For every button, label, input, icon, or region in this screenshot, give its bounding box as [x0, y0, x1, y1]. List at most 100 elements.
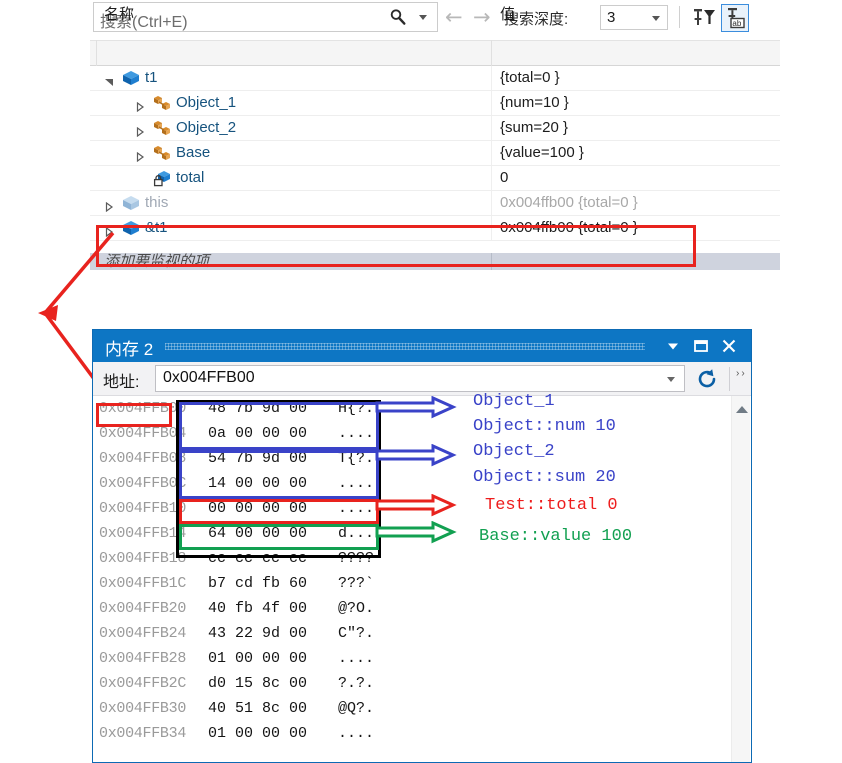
memory-line-hex[interactable]: 00 00 00 00 — [208, 500, 307, 517]
scroll-up-icon[interactable] — [736, 406, 748, 413]
watch-row[interactable]: this 0x004ffb00 {total=0 } — [90, 191, 780, 216]
watch-row-value[interactable]: 0 — [500, 169, 508, 186]
watch-row[interactable]: total 0 — [90, 166, 780, 191]
chevron-down-icon[interactable] — [652, 16, 660, 21]
watch-grid-header — [90, 40, 780, 66]
watch-row-value[interactable]: {num=10 } — [500, 94, 569, 111]
memory-window-title: 内存 2 — [105, 340, 154, 359]
memory-line-hex[interactable]: 54 7b 9d 00 — [208, 450, 307, 467]
address-value: 0x004FFB00 — [163, 369, 255, 386]
memory-line-hex[interactable]: cc cc cc cc — [208, 550, 307, 567]
memory-line-hex[interactable]: b7 cd fb 60 — [208, 575, 307, 592]
search-depth-select[interactable]: 3 — [600, 5, 668, 30]
address-label: 地址: — [103, 374, 140, 391]
total-arrow-icon — [375, 494, 457, 517]
memory-line-hex[interactable]: 40 51 8c 00 — [208, 700, 307, 717]
memory-line-hex[interactable]: 0a 00 00 00 — [208, 425, 307, 442]
restore-window-icon[interactable] — [691, 336, 711, 356]
object1-arrow-icon — [375, 396, 457, 419]
toolbar-overflow-icon[interactable]: ›› — [736, 368, 747, 379]
pin-ab-icon[interactable]: ab — [721, 4, 749, 32]
grid-divider — [96, 40, 97, 66]
column-header-name[interactable]: 名称 — [104, 3, 134, 24]
address-input[interactable]: 0x004FFB00 — [155, 365, 685, 392]
grid-divider — [491, 91, 492, 115]
watch-row-name[interactable]: Base — [176, 144, 210, 161]
memory-line[interactable]: 0x004FFB18 cc cc cc cc???? — [93, 550, 751, 575]
watch-row-value[interactable]: {total=0 } — [500, 69, 560, 86]
memory-line[interactable]: 0x004FFB34 01 00 00 00.... — [93, 725, 751, 750]
expander-collapsed-icon[interactable] — [135, 149, 145, 163]
grid-divider — [491, 141, 492, 165]
watch-row[interactable]: t1 {total=0 } — [90, 66, 780, 91]
annotation-label: Object_1 — [473, 392, 555, 411]
watch-row-value[interactable]: 0x004ffb00 {total=0 } — [500, 194, 638, 211]
watch-row-value[interactable]: {sum=20 } — [500, 119, 568, 136]
memory-line-address: 0x004FFB2C — [99, 675, 187, 692]
watch-row-name[interactable]: Object_2 — [176, 119, 236, 136]
memory-scrollbar[interactable] — [731, 396, 750, 762]
memory-line[interactable]: 0x004FFB30 40 51 8c 00 @Q?. — [93, 700, 751, 725]
watch-row[interactable]: Object_2 {sum=20 } — [90, 116, 780, 141]
memory-address-bar: 地址: 0x004FFB00 ›› — [93, 362, 751, 396]
search-input[interactable]: 搜索(Ctrl+E) — [93, 2, 438, 32]
expander-collapsed-icon[interactable] — [135, 99, 145, 113]
search-icon — [390, 9, 406, 25]
memory-line-ascii: .... — [338, 500, 375, 517]
nav-back-icon[interactable]: ← — [445, 6, 463, 28]
chevron-down-icon[interactable] — [667, 377, 675, 382]
memory-line-hex[interactable]: d0 15 8c 00 — [208, 675, 307, 692]
watch-toolbar: 搜索(Ctrl+E) ← → 搜索深度: 3 ab — [90, 2, 780, 34]
chevron-down-icon[interactable] — [663, 336, 683, 356]
annotation-label: Object::num 10 — [473, 417, 616, 436]
nav-forward-icon[interactable]: → — [473, 6, 491, 28]
refresh-icon[interactable] — [695, 367, 719, 391]
watch-row-name[interactable]: t1 — [145, 69, 158, 86]
memory-line-hex[interactable]: 01 00 00 00 — [208, 725, 307, 742]
memory-line-address: 0x004FFB28 — [99, 650, 187, 667]
memory-line-hex[interactable]: 64 00 00 00 — [208, 525, 307, 542]
toolbar-separator — [679, 6, 680, 28]
pin-filter-icon[interactable] — [690, 4, 718, 32]
watch-row-value[interactable]: 0x004ffb00 {total=0 } — [500, 219, 638, 236]
expander-expanded-icon[interactable] — [104, 74, 113, 86]
memory-line-ascii: ?.?. — [338, 675, 375, 692]
memory-window: 内存 2 地址: 0x004FFB00 ›› 0x004FFB00 48 7b … — [92, 329, 752, 763]
memory-line[interactable]: 0x004FFB20 40 fb 4f 00 @?O. — [93, 600, 751, 625]
search-dropdown-icon[interactable] — [419, 15, 427, 20]
memory-line[interactable]: 0x004FFB2C d0 15 8c 00?.?. — [93, 675, 751, 700]
watch-row-name[interactable]: total — [176, 169, 204, 186]
watch-row-name[interactable]: Object_1 — [176, 94, 236, 111]
memory-line-address: 0x004FFB14 — [99, 525, 187, 542]
expander-collapsed-icon[interactable] — [135, 124, 145, 138]
watch-row-name[interactable]: this — [145, 194, 168, 211]
screenshot-root: 搜索(Ctrl+E) ← → 搜索深度: 3 ab 名称 值 t1 {total… — [0, 0, 842, 763]
object2-arrow-icon — [375, 444, 457, 467]
memory-line[interactable]: 0x004FFB28 01 00 00 00.... — [93, 650, 751, 675]
toolbar-separator — [729, 367, 730, 391]
memory-line-hex[interactable]: 01 00 00 00 — [208, 650, 307, 667]
grid-divider — [491, 116, 492, 140]
watch-row[interactable]: Base {value=100 } — [90, 141, 780, 166]
memory-line-address: 0x004FFB0C — [99, 475, 187, 492]
close-icon[interactable] — [719, 336, 739, 356]
expander-collapsed-icon[interactable] — [104, 199, 114, 213]
column-header-value[interactable]: 值 — [500, 3, 515, 24]
class-node-icon — [153, 95, 171, 112]
window-drag-grip[interactable] — [165, 343, 645, 350]
memory-line-ascii: .... — [338, 650, 375, 667]
memory-line-hex[interactable]: 48 7b 9d 00 — [208, 400, 307, 417]
variable-box-icon — [122, 195, 140, 212]
memory-line-hex[interactable]: 14 00 00 00 — [208, 475, 307, 492]
memory-line-ascii: d... — [338, 525, 375, 542]
memory-window-titlebar[interactable]: 内存 2 — [93, 330, 751, 362]
memory-line[interactable]: 0x004FFB24 43 22 9d 00 C"?. — [93, 625, 751, 650]
memory-line-address: 0x004FFB1C — [99, 575, 187, 592]
memory-line-hex[interactable]: 43 22 9d 00 — [208, 625, 307, 642]
memory-line-ascii: H{?. — [338, 400, 375, 417]
memory-line-ascii: .... — [338, 425, 375, 442]
watch-row[interactable]: Object_1 {num=10 } — [90, 91, 780, 116]
memory-line-hex[interactable]: 40 fb 4f 00 — [208, 600, 307, 617]
watch-row-value[interactable]: {value=100 } — [500, 144, 584, 161]
memory-line[interactable]: 0x004FFB1C b7 cd fb 60 ???` — [93, 575, 751, 600]
